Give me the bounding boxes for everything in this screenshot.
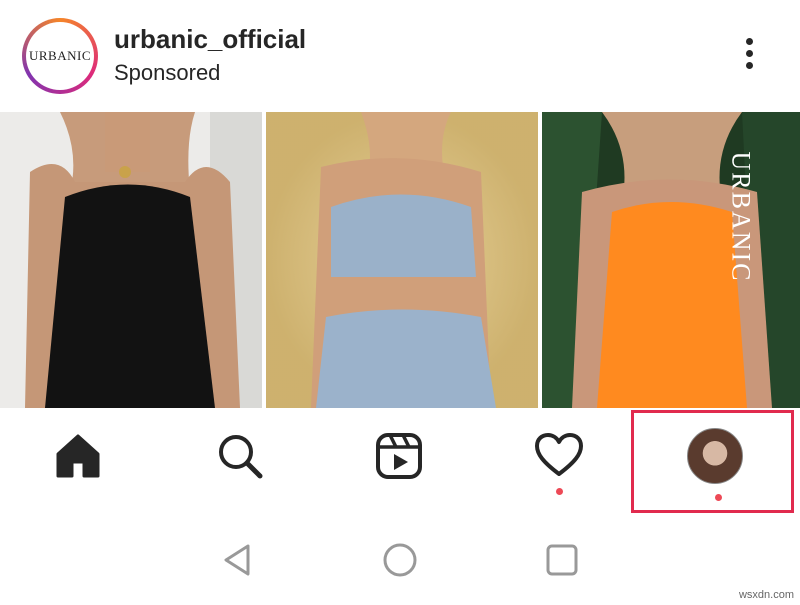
account-name[interactable]: urbanic_official bbox=[114, 24, 306, 55]
back-button[interactable] bbox=[218, 540, 258, 580]
account-avatar-inner: URBANIC bbox=[26, 22, 94, 90]
activity-notification-dot bbox=[556, 488, 563, 495]
recents-button[interactable] bbox=[542, 540, 582, 580]
back-triangle-icon bbox=[224, 544, 250, 576]
nav-activity[interactable] bbox=[529, 426, 589, 486]
home-circle-icon bbox=[383, 543, 417, 577]
photo-black-dress[interactable] bbox=[0, 112, 262, 408]
nav-search[interactable] bbox=[210, 426, 270, 486]
brand-logo: URBANIC bbox=[28, 48, 91, 63]
home-icon bbox=[56, 434, 100, 478]
post-photos[interactable]: URBANIC bbox=[0, 112, 800, 408]
reels-icon bbox=[376, 433, 422, 479]
sponsored-label: Sponsored bbox=[114, 60, 221, 85]
more-options-button[interactable] bbox=[736, 38, 762, 76]
photo-blue-set[interactable] bbox=[266, 112, 538, 408]
site-watermark: wsxdn.com bbox=[738, 589, 794, 601]
account-avatar[interactable]: URBANIC bbox=[22, 18, 98, 94]
home-system-button[interactable] bbox=[380, 540, 420, 580]
search-icon bbox=[219, 435, 263, 479]
heart-icon bbox=[535, 433, 583, 476]
more-dot-icon bbox=[745, 62, 753, 69]
photo-watermark: URBANIC bbox=[726, 151, 756, 283]
nav-home[interactable] bbox=[48, 426, 108, 486]
recents-square-icon bbox=[546, 544, 578, 576]
more-dot-icon bbox=[745, 50, 753, 57]
post-header: URBANIC urbanic_official Sponsored bbox=[0, 0, 800, 110]
more-dot-icon bbox=[745, 38, 753, 45]
profile-highlight-box bbox=[631, 410, 794, 513]
photo-orange-dress[interactable]: URBANIC bbox=[542, 112, 800, 408]
nav-reels[interactable] bbox=[369, 426, 429, 486]
system-nav-bar: wsxdn.com bbox=[0, 520, 800, 605]
